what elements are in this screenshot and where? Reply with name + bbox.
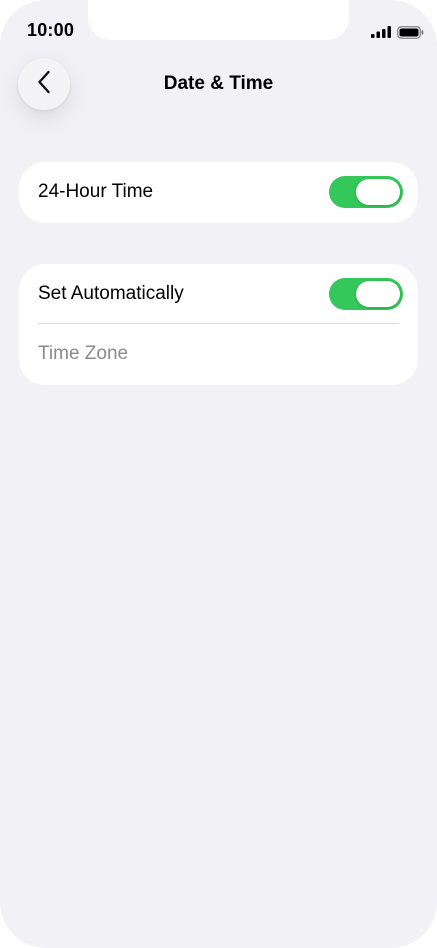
notch (88, 0, 349, 40)
phone-screen: 10:00 Date & Time 24-Hour Time Set Autom… (0, 0, 437, 948)
24-hour-time-toggle[interactable] (329, 176, 403, 208)
row-label-set-automatically: Set Automatically (38, 283, 184, 304)
row-time-zone[interactable]: Time Zone (19, 324, 418, 384)
toggle-knob (356, 179, 400, 205)
settings-card-24-hour: 24-Hour Time (19, 162, 418, 223)
set-automatically-toggle[interactable] (329, 278, 403, 310)
status-icons (371, 24, 424, 40)
cellular-signal-icon (371, 26, 391, 38)
row-set-automatically: Set Automatically (19, 264, 418, 324)
battery-icon (397, 25, 424, 39)
row-label-time-zone: Time Zone (38, 343, 129, 364)
settings-card-automatic: Set Automatically Time Zone (19, 264, 418, 385)
row-24-hour-time: 24-Hour Time (19, 162, 418, 222)
page-title: Date & Time (163, 73, 274, 94)
status-bar: 10:00 (0, 0, 437, 56)
row-label-24-hour-time: 24-Hour Time (38, 181, 154, 202)
toggle-knob (356, 281, 400, 307)
status-time: 10:00 (27, 20, 75, 40)
